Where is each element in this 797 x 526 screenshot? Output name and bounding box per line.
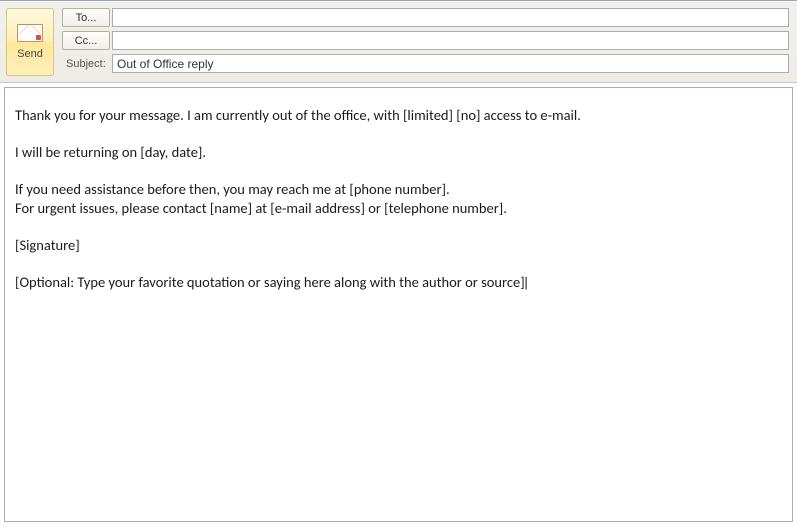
message-header: Send To... Cc... Subject: xyxy=(0,2,797,83)
subject-row: Subject: xyxy=(62,54,793,73)
cc-row: Cc... xyxy=(62,31,793,50)
subject-input[interactable] xyxy=(112,54,789,73)
body-line xyxy=(15,217,782,236)
header-fields: To... Cc... Subject: xyxy=(62,8,793,73)
body-line: I will be returning on [day, date]. xyxy=(15,143,782,162)
message-body-editor[interactable]: Thank you for your message. I am current… xyxy=(4,87,793,522)
body-line: Thank you for your message. I am current… xyxy=(15,106,782,125)
body-line: [Optional: Type your favorite quotation … xyxy=(15,273,782,292)
cc-input[interactable] xyxy=(112,31,789,50)
to-input[interactable] xyxy=(112,8,789,27)
send-button-label: Send xyxy=(17,48,43,60)
body-line xyxy=(15,125,782,144)
subject-label: Subject: xyxy=(62,54,110,73)
body-line: If you need assistance before then, you … xyxy=(15,180,782,199)
cc-button[interactable]: Cc... xyxy=(62,31,110,50)
body-line: [Signature] xyxy=(15,236,782,255)
to-row: To... xyxy=(62,8,793,27)
body-line xyxy=(15,162,782,181)
body-line xyxy=(15,254,782,273)
body-line: For urgent issues, please contact [name]… xyxy=(15,199,782,218)
body-area: Thank you for your message. I am current… xyxy=(0,83,797,526)
send-button[interactable]: Send xyxy=(6,8,54,76)
to-button[interactable]: To... xyxy=(62,8,110,27)
envelope-icon xyxy=(17,24,43,42)
